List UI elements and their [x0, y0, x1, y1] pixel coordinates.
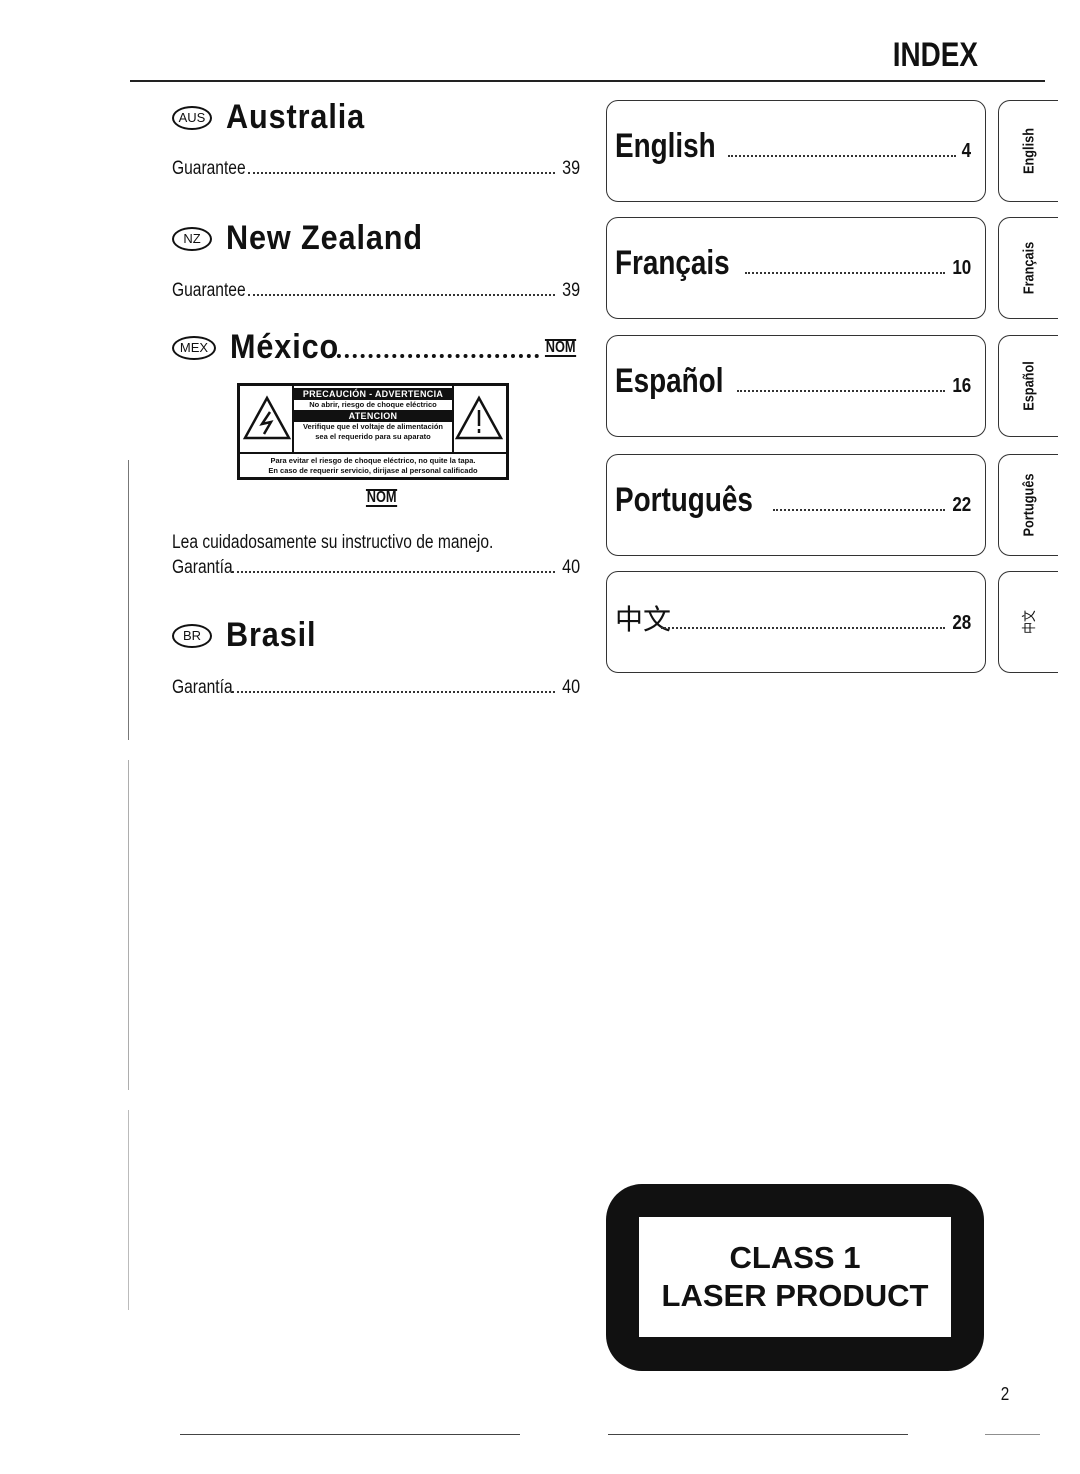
- warning-heading: ATENCION: [294, 410, 452, 422]
- language-page: 28: [952, 612, 971, 634]
- tab-label: Français: [1020, 241, 1037, 295]
- tab-francais[interactable]: Français: [998, 217, 1058, 319]
- entry-label: Guarantee: [172, 280, 246, 301]
- leader-dots: [744, 272, 945, 274]
- footer-rule: [985, 1434, 1040, 1435]
- footer-rule: [608, 1434, 908, 1435]
- tab-label: Português: [1020, 473, 1037, 537]
- page-title: INDEX: [892, 36, 978, 74]
- warning-text: No abrir, riesgo de choque eléctrico: [309, 400, 437, 409]
- entry-page: 39: [562, 280, 580, 301]
- aus-badge-icon: AUS: [172, 105, 212, 130]
- header-rule: [130, 80, 1045, 82]
- tab-portugues[interactable]: Português: [998, 454, 1058, 556]
- entry-page: 39: [562, 158, 580, 179]
- tab-espanol[interactable]: Español: [998, 335, 1058, 437]
- toc-entry[interactable]: Guarantee 39: [172, 158, 580, 180]
- toc-entry[interactable]: Guarantee 39: [172, 280, 580, 302]
- entry-label: Guarantee: [172, 158, 246, 179]
- entry-label: Garantía: [172, 677, 233, 698]
- margin-mark: [128, 460, 129, 740]
- entry-page: 40: [562, 677, 580, 698]
- leader-dots: [231, 571, 555, 573]
- nom-mark: NOM: [365, 489, 398, 507]
- margin-mark: [128, 760, 129, 1090]
- language-name: Français: [615, 244, 730, 282]
- exclamation-warning-icon: [454, 395, 504, 440]
- high-voltage-warning-icon: [242, 395, 292, 440]
- entry-page: 40: [562, 557, 580, 578]
- margin-mark: [128, 1110, 129, 1310]
- language-page: 22: [952, 494, 971, 516]
- laser-product-text: LASER PRODUCT: [661, 1278, 929, 1313]
- country-name: Australia: [226, 98, 366, 136]
- language-entry-espanol[interactable]: Español 16: [606, 335, 986, 437]
- electrical-warning-label: PRECAUCIÓN - ADVERTENCIA No abrir, riesg…: [237, 383, 509, 480]
- language-name: 中文: [615, 603, 672, 636]
- leader-dots: [773, 509, 945, 511]
- leader-dots: [247, 172, 555, 174]
- country-name: Brasil: [226, 616, 317, 654]
- language-name: Português: [615, 481, 753, 519]
- language-page: 4: [961, 140, 971, 162]
- tab-chinese[interactable]: 中文: [998, 571, 1058, 673]
- language-entry-portugues[interactable]: Português 22: [606, 454, 986, 556]
- language-name: English: [615, 127, 716, 165]
- tab-label: 中文: [1021, 610, 1038, 634]
- page-number: 2: [1000, 1384, 1010, 1404]
- laser-class-text: CLASS 1: [729, 1240, 861, 1275]
- country-name: New Zealand: [226, 219, 423, 257]
- warning-text: Verifique que el voltaje de alimentación: [302, 422, 444, 431]
- br-badge-icon: BR: [172, 623, 212, 648]
- section-new-zealand: NZ New Zealand: [172, 219, 445, 258]
- instruction-note: Lea cuidadosamente su instructivo de man…: [172, 532, 494, 553]
- warning-text: sea el requerido para su aparato: [315, 432, 431, 441]
- tab-english[interactable]: English: [998, 100, 1058, 202]
- toc-entry[interactable]: Garantía 40: [172, 677, 580, 699]
- warning-text: Para evitar el riesgo de choque eléctric…: [270, 456, 476, 465]
- language-entry-chinese[interactable]: 中文 28: [606, 571, 986, 673]
- laser-class-label: CLASS 1 LASER PRODUCT: [606, 1184, 984, 1371]
- footer-rule: [180, 1434, 520, 1435]
- language-name: Español: [615, 362, 724, 400]
- nom-mark: NOM: [544, 338, 577, 357]
- country-name: México: [230, 328, 340, 366]
- section-brasil: BR Brasil: [172, 616, 327, 655]
- language-page: 10: [952, 257, 971, 279]
- leader-dots: [247, 294, 555, 296]
- leader-dots: [737, 390, 945, 392]
- language-page: 16: [952, 375, 971, 397]
- language-entry-francais[interactable]: Français 10: [606, 217, 986, 319]
- section-mexico: MEX México NOM: [172, 328, 580, 367]
- leader-dots: [231, 691, 555, 693]
- tab-label: English: [1020, 127, 1037, 175]
- warning-heading: PRECAUCIÓN - ADVERTENCIA: [294, 388, 452, 400]
- leader-dots: [329, 353, 539, 358]
- language-entry-english[interactable]: English 4: [606, 100, 986, 202]
- warning-text: En caso de requerir servicio, dirijase a…: [268, 466, 478, 475]
- section-australia: AUS Australia: [172, 98, 381, 137]
- tab-label: Español: [1020, 361, 1037, 411]
- toc-entry[interactable]: Garantía 40: [172, 557, 580, 579]
- leader-dots: [661, 627, 945, 629]
- entry-label: Garantía: [172, 557, 233, 578]
- mex-badge-icon: MEX: [172, 335, 216, 360]
- leader-dots: [727, 155, 956, 157]
- nz-badge-icon: NZ: [172, 226, 212, 251]
